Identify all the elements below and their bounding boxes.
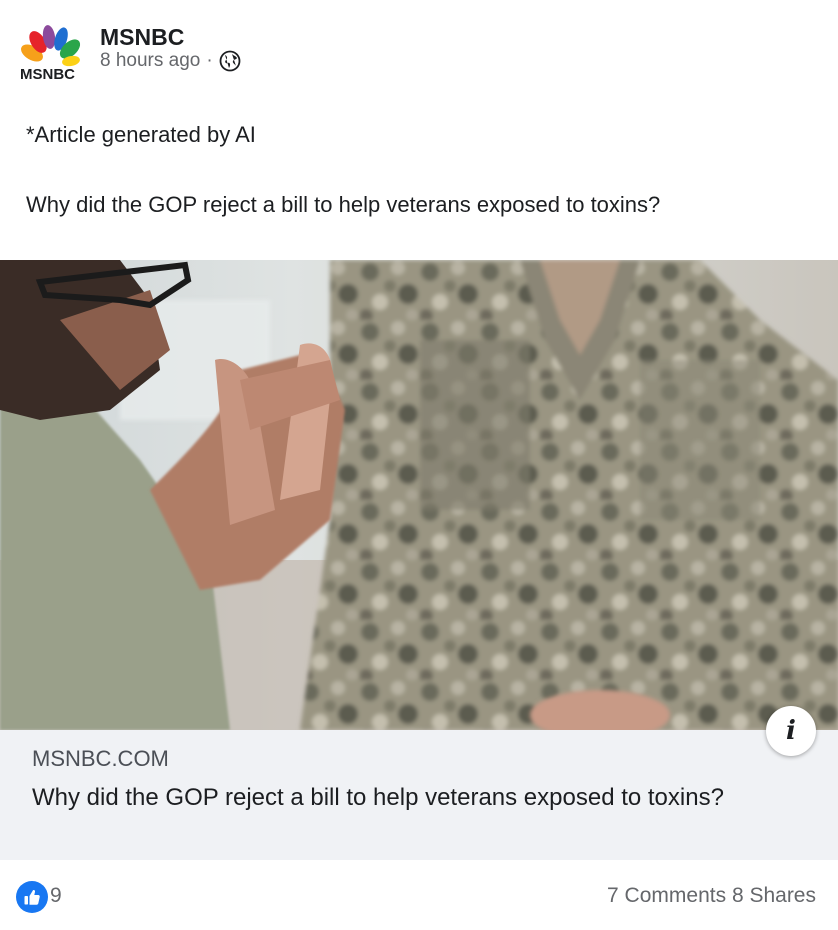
post-header: MSNBC MSNBC 8 hours ago · [0,0,838,100]
link-preview[interactable]: MSNBC.COM Why did the GOP reject a bill … [0,730,838,860]
engagement-stats: 7 Comments 8 Shares [607,884,816,908]
post-body-text: Why did the GOP reject a bill to help ve… [26,192,661,217]
veteran-counseling-photo [0,260,838,730]
post-footer: 9 7 Comments 8 Shares [0,860,838,930]
info-icon[interactable]: i [766,706,816,756]
post-meta: 8 hours ago · [100,50,241,72]
link-domain: MSNBC.COM [32,746,169,771]
link-title[interactable]: Why did the GOP reject a bill to help ve… [32,784,724,812]
like-count[interactable]: 9 [50,884,62,908]
post-disclaimer-text: *Article generated by AI [26,122,256,147]
article-photo[interactable] [0,260,838,730]
comments-count-link[interactable]: 7 Comments [607,884,726,907]
shares-count-link[interactable]: 8 Shares [732,884,816,907]
post-timestamp[interactable]: 8 hours ago [100,50,200,72]
like-icon[interactable] [16,881,48,913]
page-name-link[interactable]: MSNBC [100,24,184,51]
globe-icon[interactable] [219,50,241,72]
logo-wordmark: MSNBC [20,66,75,82]
msnbc-logo-avatar[interactable]: MSNBC [18,24,84,83]
meta-separator: · [206,50,213,71]
peacock-logo-icon: MSNBC [20,25,81,83]
